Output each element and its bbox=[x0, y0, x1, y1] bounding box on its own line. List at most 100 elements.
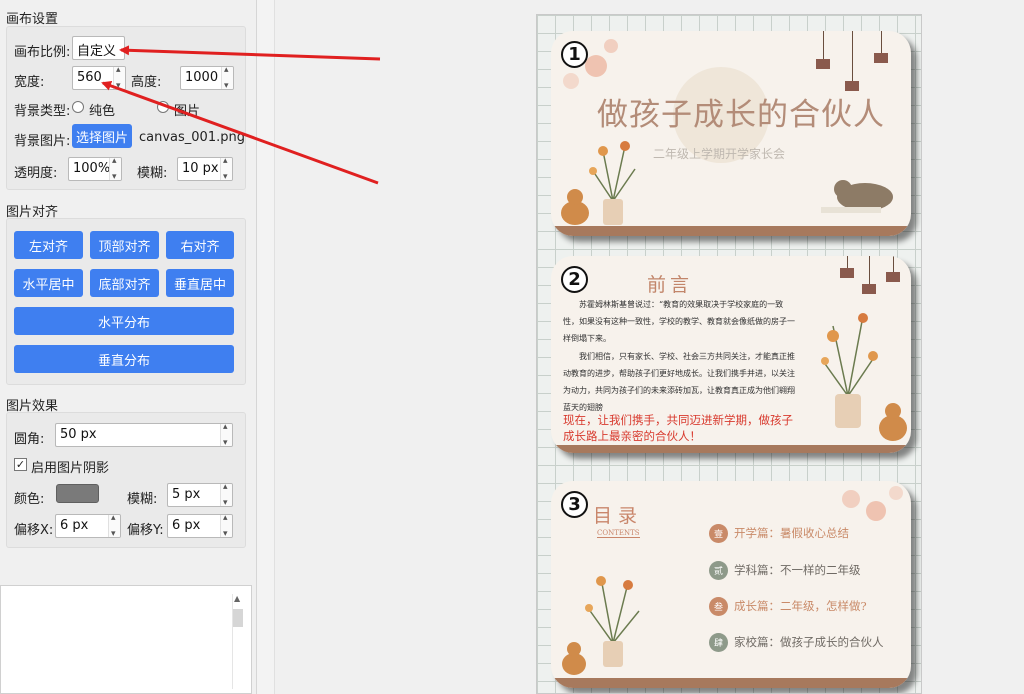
offset-y-label: 偏移Y: bbox=[127, 523, 164, 538]
distribute-horizontal-button[interactable]: 水平分布 bbox=[14, 307, 234, 335]
toc-text: 家校篇：做孩子成长的合伙人 bbox=[734, 635, 884, 649]
ratio-value: 自定义 bbox=[77, 44, 117, 59]
height-value: 1000 bbox=[185, 70, 219, 85]
radius-spinbox[interactable]: 50 px bbox=[55, 423, 233, 447]
image-list-box[interactable]: ▲ bbox=[0, 585, 252, 694]
toc-number: 肆 bbox=[709, 632, 728, 652]
bg-type-image-label: 图片 bbox=[174, 104, 201, 119]
lamp-icon bbox=[840, 268, 854, 278]
card-bottom-strip bbox=[551, 445, 911, 453]
image-list-scrollbar[interactable]: ▲ bbox=[232, 594, 243, 689]
lamp-cord bbox=[852, 31, 853, 81]
ratio-label: 画布比例: bbox=[14, 45, 71, 60]
offset-x-spinbox[interactable]: 6 px bbox=[55, 514, 121, 538]
opacity-label: 透明度: bbox=[14, 166, 58, 181]
height-spin-arrows[interactable] bbox=[221, 67, 233, 89]
offset-x-spin-arrows[interactable] bbox=[108, 515, 120, 537]
bg-image-filename: canvas_001.png bbox=[139, 130, 245, 145]
bg-image-label: 背景图片: bbox=[14, 134, 71, 149]
center-horizontal-button[interactable]: 水平居中 bbox=[14, 269, 83, 297]
lamp-icon bbox=[862, 284, 876, 294]
toc-number: 壹 bbox=[709, 523, 728, 543]
cat-icon bbox=[562, 642, 586, 675]
toc-number: 叁 bbox=[709, 596, 728, 616]
slide-card-3[interactable]: 目录 CONTENTS 壹 开学篇：暑假收心总结 贰 学科篇：不一样的二年级 叁… bbox=[551, 481, 911, 688]
radius-value: 50 px bbox=[60, 427, 97, 442]
offset-y-value: 6 px bbox=[172, 518, 201, 533]
shadow-blur-spin-arrows[interactable] bbox=[220, 484, 232, 506]
scroll-up-icon[interactable]: ▲ bbox=[234, 594, 240, 603]
choose-image-button[interactable]: 选择图片 bbox=[72, 124, 132, 148]
opacity-value: 100% bbox=[73, 161, 111, 176]
height-spinbox[interactable]: 1000 bbox=[180, 66, 234, 90]
ratio-select[interactable]: 自定义 bbox=[72, 36, 125, 60]
offset-y-spin-arrows[interactable] bbox=[220, 515, 232, 537]
opacity-spin-arrows[interactable] bbox=[109, 158, 121, 180]
slide3-contents-label: CONTENTS bbox=[597, 529, 640, 538]
canvas-preview: 做孩子成长的合伙人 二年级上学期开学家长会 1 前言 苏霍姆林斯基曾说过：“教育… bbox=[536, 14, 922, 694]
cat-icon bbox=[561, 189, 589, 225]
toc-number: 贰 bbox=[709, 560, 728, 580]
slide1-title: 做孩子成长的合伙人 bbox=[597, 97, 885, 133]
slide-card-1[interactable]: 做孩子成长的合伙人 二年级上学期开学家长会 1 bbox=[551, 31, 911, 236]
slide2-highlight: 现在，让我们携手，共同迈进新学期，做孩子成长路上最亲密的合伙人！ bbox=[563, 413, 793, 443]
bg-type-image-radio[interactable] bbox=[157, 101, 169, 113]
lamp-cord bbox=[881, 31, 882, 53]
shadow-blur-spinbox[interactable]: 5 px bbox=[167, 483, 233, 507]
bg-type-label: 背景类型: bbox=[14, 104, 71, 119]
toc-item-3[interactable]: 叁 成长篇：二年级，怎样做? bbox=[709, 596, 867, 616]
shadow-checkbox[interactable]: ✓ bbox=[14, 458, 27, 471]
shadow-color-swatch[interactable] bbox=[56, 484, 99, 503]
width-spinbox[interactable]: 560 bbox=[72, 66, 126, 90]
canvas-blur-label: 模糊: bbox=[137, 166, 168, 181]
align-right-button[interactable]: 右对齐 bbox=[166, 231, 234, 259]
width-value: 560 bbox=[77, 70, 102, 85]
lamp-cord bbox=[847, 256, 848, 268]
bg-type-solid-radio[interactable] bbox=[72, 101, 84, 113]
offset-y-spinbox[interactable]: 6 px bbox=[167, 514, 233, 538]
align-bottom-button[interactable]: 底部对齐 bbox=[90, 269, 159, 297]
opacity-spinbox[interactable]: 100% bbox=[68, 157, 122, 181]
canvas-blur-value: 10 px bbox=[182, 161, 219, 176]
slide-number-badge: 1 bbox=[561, 41, 588, 68]
scrollbar-thumb[interactable] bbox=[233, 609, 243, 627]
canvas-blur-spinbox[interactable]: 10 px bbox=[177, 157, 233, 181]
card-bottom-strip bbox=[551, 226, 911, 236]
slide2-paragraph-1: 苏霍姆林斯基曾说过：“教育的效果取决于学校家庭的一致性，如果没有这种一致性，学校… bbox=[563, 300, 795, 343]
slide2-title: 前言 bbox=[647, 274, 694, 296]
canvas-blur-spin-arrows[interactable] bbox=[220, 158, 232, 180]
height-label: 高度: bbox=[131, 75, 162, 90]
canvas-settings-title: 画布设置 bbox=[6, 12, 59, 27]
radius-spin-arrows[interactable] bbox=[220, 424, 232, 446]
toc-item-4[interactable]: 肆 家校篇：做孩子成长的合伙人 bbox=[709, 632, 884, 652]
card-bottom-strip bbox=[551, 678, 911, 688]
panel-splitter[interactable] bbox=[257, 0, 275, 694]
distribute-vertical-button[interactable]: 垂直分布 bbox=[14, 345, 234, 373]
sleeping-cat-icon bbox=[821, 180, 893, 213]
toc-item-1[interactable]: 壹 开学篇：暑假收心总结 bbox=[709, 523, 849, 543]
slide-number-badge: 3 bbox=[561, 491, 588, 518]
width-spin-arrows[interactable] bbox=[113, 67, 125, 89]
shadow-blur-value: 5 px bbox=[172, 487, 201, 502]
lamp-cord bbox=[823, 31, 824, 59]
align-left-button[interactable]: 左对齐 bbox=[14, 231, 83, 259]
width-label: 宽度: bbox=[14, 75, 45, 90]
shadow-enable-label: 启用图片阴影 bbox=[31, 461, 110, 476]
settings-panel: 画布设置 画布比例: 自定义 宽度: 560 高度: 1000 背景类型: 纯色… bbox=[0, 0, 257, 694]
toc-text: 开学篇：暑假收心总结 bbox=[734, 526, 849, 540]
slide2-paragraph-2: 我们相信，只有家长、学校、社会三方共同关注，才能真正推动教育的进步，帮助孩子们更… bbox=[563, 352, 795, 412]
shadow-color-label: 颜色: bbox=[14, 492, 45, 507]
slide1-subtitle: 二年级上学期开学家长会 bbox=[653, 147, 786, 161]
lamp-cord bbox=[893, 256, 894, 272]
bg-type-solid-label: 纯色 bbox=[89, 104, 116, 119]
align-top-button[interactable]: 顶部对齐 bbox=[90, 231, 159, 259]
slide-number-badge: 2 bbox=[561, 266, 588, 293]
offset-x-label: 偏移X: bbox=[14, 523, 54, 538]
slide-card-2[interactable]: 前言 苏霍姆林斯基曾说过：“教育的效果取决于学校家庭的一致性，如果没有这种一致性… bbox=[551, 256, 911, 453]
cat-icon bbox=[879, 403, 907, 441]
shadow-blur-label: 模糊: bbox=[127, 492, 158, 507]
toc-text: 学科篇：不一样的二年级 bbox=[734, 563, 861, 577]
lamp-cord bbox=[869, 256, 870, 284]
toc-item-2[interactable]: 贰 学科篇：不一样的二年级 bbox=[709, 560, 861, 580]
center-vertical-button[interactable]: 垂直居中 bbox=[166, 269, 234, 297]
